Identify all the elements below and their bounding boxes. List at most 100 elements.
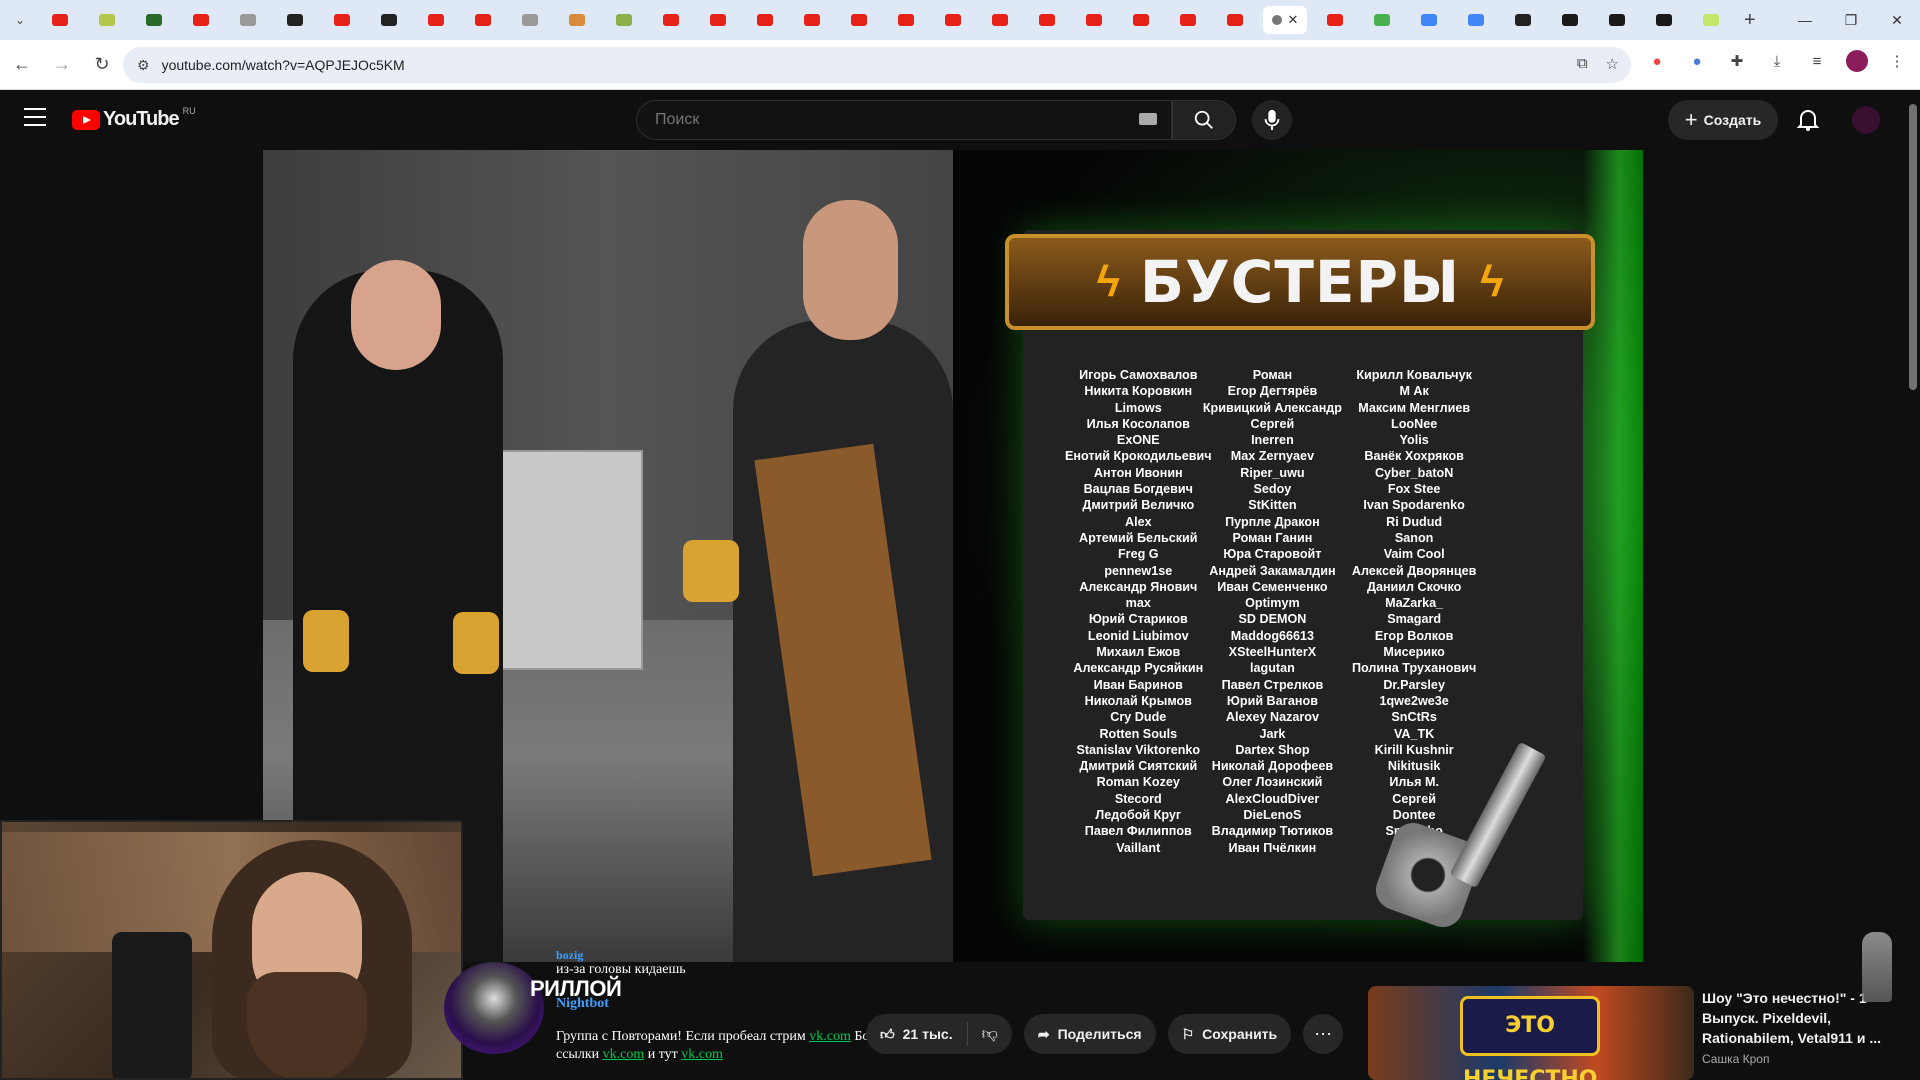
browser-tab-after-4[interactable] xyxy=(1504,6,1542,34)
browser-tab-8[interactable] xyxy=(417,6,455,34)
browser-menu-icon[interactable]: ⋮ xyxy=(1884,48,1910,74)
browser-tab-after-2[interactable] xyxy=(1410,6,1448,34)
tab-favicon-icon xyxy=(804,14,820,26)
browser-tab-23[interactable] xyxy=(1122,6,1160,34)
booster-name: VA_TK xyxy=(1393,726,1435,741)
browser-tab-20[interactable] xyxy=(981,6,1019,34)
booster-name: Владимир Тютиков xyxy=(1211,824,1334,839)
browser-tab-0[interactable] xyxy=(41,6,79,34)
browser-tab-25[interactable] xyxy=(1216,6,1254,34)
new-tab-icon[interactable]: + xyxy=(1744,9,1756,32)
chat-username: bozig xyxy=(556,948,584,962)
browser-tab-22[interactable] xyxy=(1075,6,1113,34)
back-icon[interactable]: ← xyxy=(4,47,40,83)
bookmark-star-icon[interactable]: ☆ xyxy=(1606,55,1619,73)
browser-tab-after-5[interactable] xyxy=(1551,6,1589,34)
extension-info-icon[interactable]: ● xyxy=(1684,48,1710,74)
recommended-title[interactable]: Шоу "Это нечестно!" - 1 Выпуск. Pixeldev… xyxy=(1702,988,1882,1048)
page-scrollbar[interactable] xyxy=(1906,90,1920,1080)
video-player[interactable]: ϟ БУСТЕРЫ ϟ Игорь Самохвалов Никита Коров… xyxy=(263,150,1643,962)
search-input[interactable] xyxy=(653,110,1113,130)
site-info-icon[interactable]: ⚙ xyxy=(137,57,150,74)
booster-name: Алексей Дворянцев xyxy=(1351,563,1477,578)
chat-link-2[interactable]: vk.com xyxy=(603,1047,645,1062)
browser-tab-9[interactable] xyxy=(464,6,502,34)
browser-tab-17[interactable] xyxy=(840,6,878,34)
browser-tab-6[interactable] xyxy=(323,6,361,34)
booster-name: Vaim Cool xyxy=(1383,547,1445,562)
recommended-thumbnail[interactable]: ЭТО НЕЧЕСТНО xyxy=(1368,986,1694,1080)
browser-tab-after-8[interactable] xyxy=(1692,6,1730,34)
dislike-button[interactable]: 👎︎ xyxy=(968,1025,1012,1044)
extension-fire-icon[interactable]: ● xyxy=(1644,48,1670,74)
tab-favicon-icon xyxy=(616,14,632,26)
browser-tab-after-0[interactable] xyxy=(1316,6,1354,34)
account-avatar[interactable] xyxy=(1852,106,1880,134)
browser-tab-7[interactable] xyxy=(370,6,408,34)
booster-column-3: Кирилл Ковальчук M Ак Максим Менглиев LooNe… xyxy=(1343,367,1485,856)
browser-tab-16[interactable] xyxy=(793,6,831,34)
browser-tab-2[interactable] xyxy=(135,6,173,34)
browser-tab-21[interactable] xyxy=(1028,6,1066,34)
menu-hamburger-icon[interactable] xyxy=(24,108,46,126)
booster-name: Александр Янович xyxy=(1079,579,1198,594)
browser-tab-1[interactable] xyxy=(88,6,126,34)
browser-tab-5[interactable] xyxy=(276,6,314,34)
like-button[interactable]: 👍︎ 21 тыс. xyxy=(866,1022,968,1046)
recommended-video[interactable]: ЭТО НЕЧЕСТНО Шоу "Это нечестно!" - 1 Вып… xyxy=(1368,986,1888,1080)
webcam-microphone xyxy=(112,932,192,1078)
browser-tab-after-1[interactable] xyxy=(1363,6,1401,34)
profile-avatar[interactable] xyxy=(1844,48,1870,74)
notifications-bell-icon[interactable] xyxy=(1794,106,1822,134)
address-bar[interactable]: ⚙ youtube.com/watch?v=AQPJEJOc5KM ⧉ ☆ xyxy=(123,47,1631,83)
close-window-icon[interactable]: ✕ xyxy=(1874,12,1920,29)
browser-tab-after-7[interactable] xyxy=(1645,6,1683,34)
active-tab[interactable]: ✕ xyxy=(1263,6,1307,34)
install-app-icon[interactable]: ⧉ xyxy=(1577,55,1588,73)
recommended-channel[interactable]: Сашка Кроп xyxy=(1702,1052,1769,1066)
search-button[interactable] xyxy=(1172,100,1236,140)
tab-favicon-icon xyxy=(1421,14,1437,26)
media-controls-icon[interactable]: ≡ xyxy=(1804,48,1830,74)
browser-tab-24[interactable] xyxy=(1169,6,1207,34)
scrollbar-thumb[interactable] xyxy=(1909,104,1917,390)
chat-msg-part1: Группа с Повторами! Если пробeал стрим xyxy=(556,1029,806,1044)
booster-name: Егор Волков xyxy=(1374,628,1454,643)
youtube-logo[interactable]: YouTube RU xyxy=(72,106,196,131)
save-button[interactable]: ⚐ Сохранить xyxy=(1167,1014,1292,1054)
browser-tab-18[interactable] xyxy=(887,6,925,34)
keyboard-icon[interactable] xyxy=(1139,113,1157,125)
browser-tab-10[interactable] xyxy=(511,6,549,34)
chat-link-1[interactable]: vk.com xyxy=(809,1029,851,1044)
download-icon[interactable]: ⤓ xyxy=(1764,48,1790,74)
more-actions-icon[interactable]: ⋯ xyxy=(1303,1014,1344,1054)
extensions-puzzle-icon[interactable]: ✚ xyxy=(1724,48,1750,74)
create-button[interactable]: + Создать xyxy=(1668,100,1778,140)
chat-link-3[interactable]: vk.com xyxy=(681,1047,723,1062)
url-text[interactable]: youtube.com/watch?v=AQPJEJOc5KM xyxy=(162,57,405,73)
close-tab-icon[interactable]: ✕ xyxy=(1288,12,1299,28)
browser-tab-13[interactable] xyxy=(652,6,690,34)
browser-tab-after-6[interactable] xyxy=(1598,6,1636,34)
search-box[interactable] xyxy=(636,100,1172,140)
browser-tab-4[interactable] xyxy=(229,6,267,34)
tab-search-icon[interactable]: ⌄ xyxy=(8,8,32,32)
browser-tab-12[interactable] xyxy=(605,6,643,34)
browser-tab-19[interactable] xyxy=(934,6,972,34)
booster-name: Freg G xyxy=(1117,547,1159,562)
tab-favicon-icon xyxy=(569,14,585,26)
browser-tab-15[interactable] xyxy=(746,6,784,34)
restore-icon[interactable]: ❐ xyxy=(1828,12,1874,29)
browser-tab-after-3[interactable] xyxy=(1457,6,1495,34)
share-button[interactable]: ➦ Поделиться xyxy=(1023,1014,1156,1054)
browser-tab-14[interactable] xyxy=(699,6,737,34)
tab-favicon-icon xyxy=(710,14,726,26)
forward-icon[interactable]: → xyxy=(44,47,80,83)
booster-name: Илья М. xyxy=(1389,775,1439,790)
booster-name: pennew1se xyxy=(1104,563,1173,578)
browser-tab-11[interactable] xyxy=(558,6,596,34)
browser-tab-3[interactable] xyxy=(182,6,220,34)
minimize-icon[interactable]: — xyxy=(1782,12,1828,28)
reload-icon[interactable]: ↻ xyxy=(84,47,120,83)
voice-search-button[interactable] xyxy=(1252,100,1292,140)
